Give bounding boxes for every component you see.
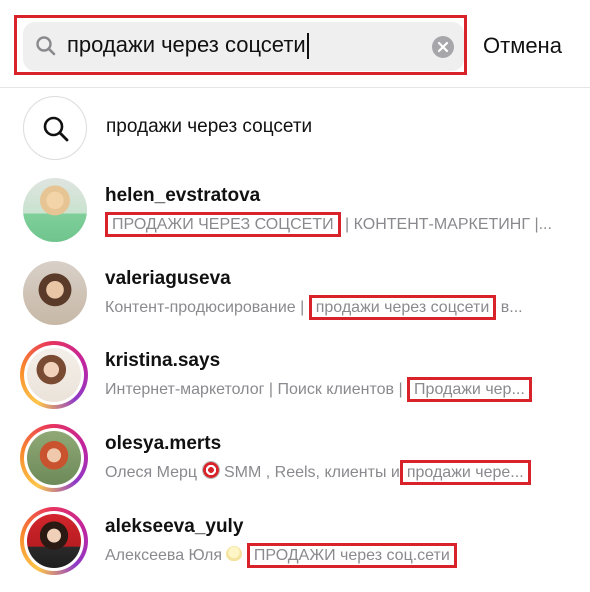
header-divider xyxy=(0,87,590,88)
avatar xyxy=(23,178,87,242)
account-bio: Интернет-маркетолог | Поиск клиентов | П… xyxy=(105,377,583,402)
cancel-button[interactable]: Отмена xyxy=(483,33,562,59)
avatar-story-ring xyxy=(20,424,88,492)
suggestion-icon-circle xyxy=(23,96,87,160)
lightbulb-emoji xyxy=(226,546,243,562)
search-highlight-box xyxy=(14,15,467,75)
avatar-story-ring xyxy=(20,507,88,575)
account-username: kristina.says xyxy=(105,350,221,371)
avatar xyxy=(23,261,87,325)
avatar xyxy=(27,431,81,485)
account-row[interactable]: valeriaguseva Контент-продюсирование | п… xyxy=(0,259,590,343)
bio-highlight: продажи через соцсети xyxy=(308,295,497,320)
account-username: helen_evstratova xyxy=(105,185,261,206)
account-bio: Алексеева Юля ПРОДАЖИ через соц.сети xyxy=(105,543,583,568)
suggestion-label: продажи через соцсети xyxy=(106,116,313,137)
avatar xyxy=(27,514,81,568)
account-row[interactable]: olesya.merts Олеся Мерц SMM , Reels, кли… xyxy=(0,424,590,508)
account-row[interactable]: kristina.says Интернет-маркетолог | Поис… xyxy=(0,341,590,425)
account-bio: ПРОДАЖИ ЧЕРЕЗ СОЦСЕТИ | КОНТЕНТ-МАРКЕТИН… xyxy=(105,212,583,237)
account-bio: Олеся Мерц SMM , Reels, клиенты и продажи… xyxy=(105,460,583,485)
avatar-story-ring xyxy=(20,341,88,409)
avatar xyxy=(27,348,81,402)
account-username: alekseeva_yuly xyxy=(105,516,244,537)
bio-highlight: Продажи чер... xyxy=(407,377,532,402)
account-username: olesya.merts xyxy=(105,433,222,454)
bio-highlight: ПРОДАЖИ через соц.сети xyxy=(246,543,457,568)
dart-emoji xyxy=(201,461,220,479)
account-row[interactable]: helen_evstratova ПРОДАЖИ ЧЕРЕЗ СОЦСЕТИ |… xyxy=(0,176,590,260)
bio-highlight: ПРОДАЖИ ЧЕРЕЗ СОЦСЕТИ xyxy=(105,212,341,237)
account-username: valeriaguseva xyxy=(105,268,231,289)
search-icon xyxy=(43,116,69,142)
account-bio: Контент-продюсирование | продажи через с… xyxy=(105,295,583,320)
bio-highlight: продажи чере... xyxy=(399,460,531,485)
account-row[interactable]: alekseeva_yuly Алексеева Юля ПРОДАЖИ чер… xyxy=(0,507,590,591)
